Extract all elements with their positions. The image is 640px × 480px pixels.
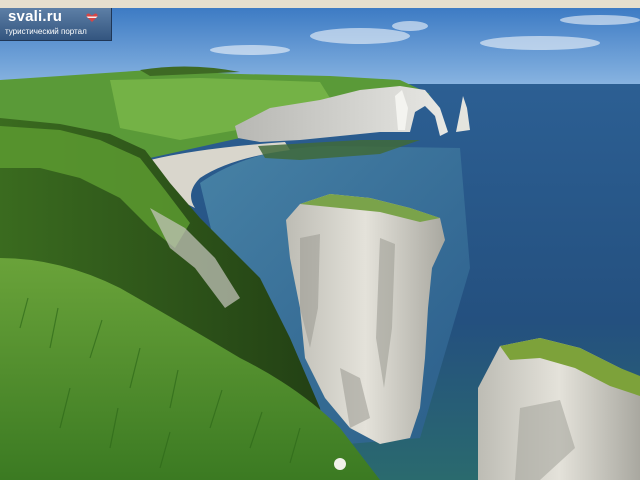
heart-flag-icon [86,13,98,22]
svali-watermark: svali.ru туристический портал [0,8,112,41]
slide-frame: svali.ru туристический портал [0,0,640,480]
watermark-tagline: туристический портал [5,27,87,36]
top-border-strip [0,0,640,8]
wildflower [334,458,346,470]
watermark-brand: svali.ru [8,8,63,25]
coastline-photo [0,8,640,480]
